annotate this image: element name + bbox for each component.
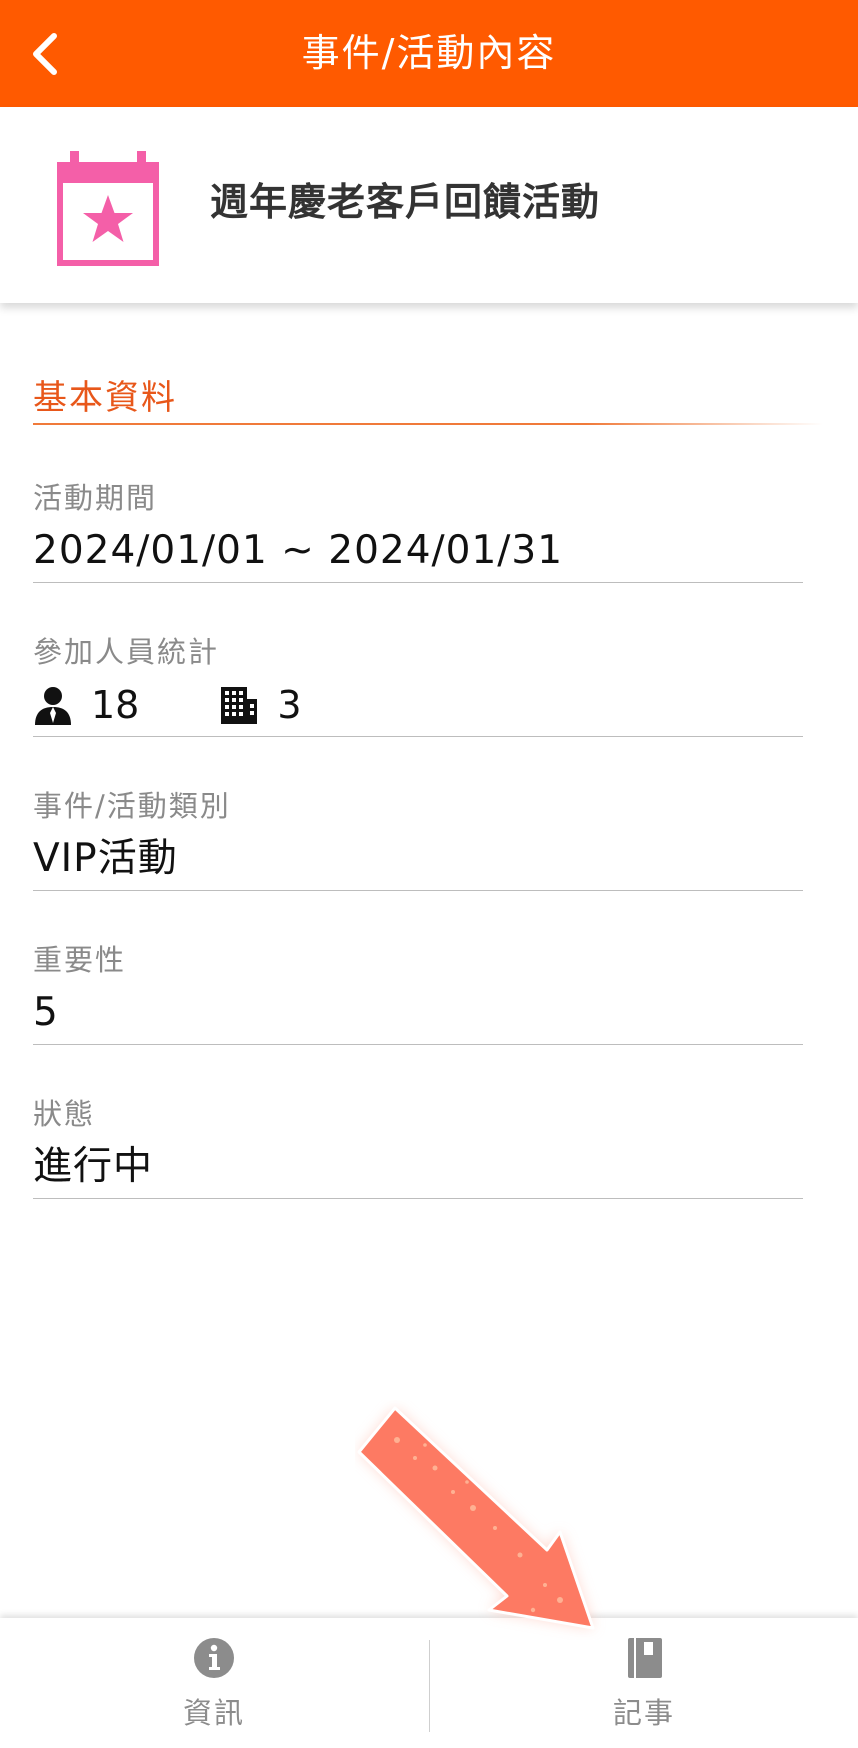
event-header-card: 週年慶老客戶回饋活動 [0, 107, 858, 303]
section-title: 基本資料 [33, 378, 177, 418]
field-participants: 參加人員統計 18 3 [33, 630, 803, 737]
calendar-star-icon [57, 151, 159, 266]
person-icon [35, 687, 71, 725]
pointer-arrow-icon [357, 1406, 595, 1630]
section-divider [33, 423, 823, 425]
field-importance: 重要性 5 [33, 938, 803, 1045]
field-status: 狀態 進行中 [33, 1092, 803, 1199]
app-header: 事件/活動內容 [0, 0, 858, 107]
page-title: 事件/活動內容 [301, 31, 557, 75]
field-category: 事件/活動類別 VIP活動 [33, 784, 803, 891]
event-title: 週年慶老客戶回饋活動 [210, 180, 601, 224]
notebook-icon [628, 1638, 662, 1678]
info-icon [194, 1638, 234, 1678]
tab-label: 資訊 [182, 1696, 245, 1730]
field-value: 進行中 [33, 1144, 154, 1189]
field-label: 狀態 [33, 1097, 96, 1131]
company-count: 3 [277, 683, 302, 727]
people-count: 18 [91, 683, 140, 727]
field-label: 事件/活動類別 [33, 789, 231, 823]
field-value: 5 [33, 990, 59, 1035]
field-period: 活動期間 2024/01/01 ~ 2024/01/31 [33, 476, 803, 583]
field-value: VIP活動 [33, 836, 178, 881]
tab-label: 記事 [612, 1696, 675, 1730]
field-label: 重要性 [33, 943, 127, 977]
field-label: 活動期間 [33, 481, 158, 515]
building-icon [221, 687, 258, 724]
field-value: 2024/01/01 ~ 2024/01/31 [33, 528, 564, 573]
field-label: 參加人員統計 [33, 635, 220, 669]
